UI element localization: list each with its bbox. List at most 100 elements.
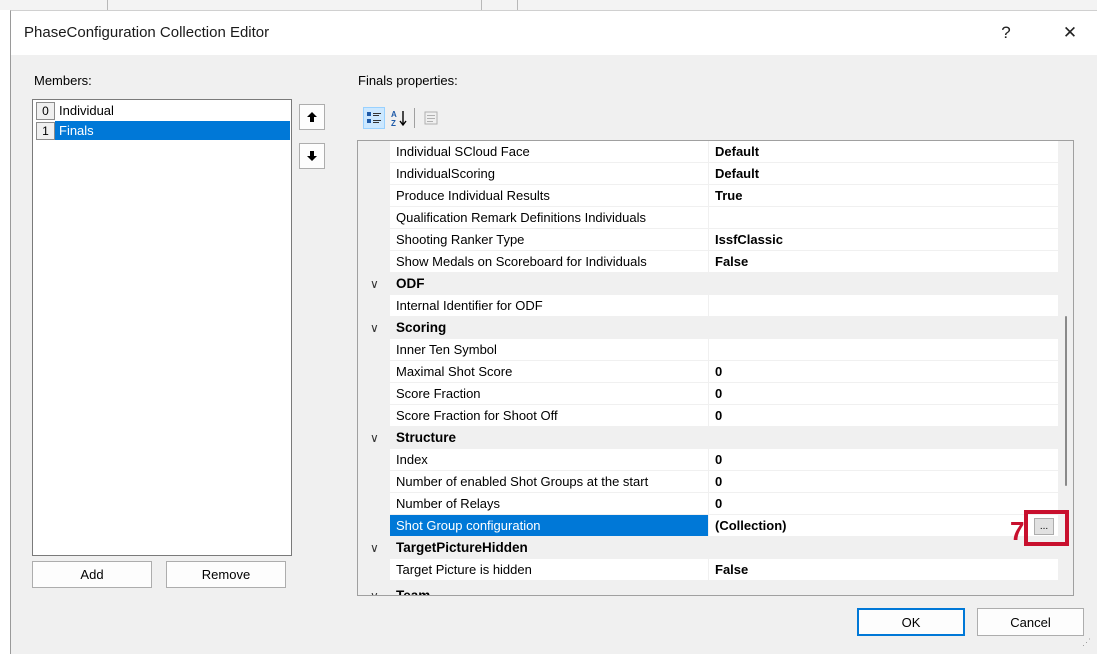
background-divider (107, 0, 108, 10)
collection-editor-dialog: PhaseConfiguration Collection Editor ? ✕… (10, 10, 1097, 654)
chevron-down-icon[interactable]: ∨ (370, 317, 379, 339)
category-name: Structure (396, 430, 457, 445)
category-row-scoring[interactable]: ∨ Scoring (358, 317, 1058, 339)
background-divider (517, 0, 518, 10)
property-name: Target Picture is hidden (390, 559, 709, 581)
property-row[interactable]: Score Fraction 0 (358, 383, 1058, 405)
property-name: Inner Ten Symbol (390, 339, 709, 361)
category-row-odf[interactable]: ∨ ODF (358, 273, 1058, 295)
annotation-number: 7 (1010, 516, 1025, 546)
property-row[interactable]: Individual SCloud Face Default (358, 141, 1058, 163)
property-pages-button[interactable] (420, 107, 442, 129)
property-row[interactable]: Maximal Shot Score 0 (358, 361, 1058, 383)
property-name: Show Medals on Scoreboard for Individual… (390, 251, 709, 273)
category-name: TargetPictureHidden (396, 540, 528, 555)
property-name: Individual SCloud Face (390, 141, 709, 163)
close-button[interactable]: ✕ (1047, 15, 1093, 51)
svg-text:A: A (391, 110, 397, 119)
member-name: Finals (59, 123, 94, 138)
help-button[interactable]: ? (983, 15, 1029, 51)
property-row[interactable]: Show Medals on Scoreboard for Individual… (358, 251, 1058, 273)
background-strip (0, 0, 1097, 10)
svg-text:Z: Z (391, 119, 396, 127)
property-value[interactable] (709, 207, 1058, 229)
property-row[interactable]: Inner Ten Symbol (358, 339, 1058, 361)
property-row[interactable]: Index 0 (358, 449, 1058, 471)
annotation-highlight-box (1024, 510, 1069, 546)
property-row[interactable]: Number of enabled Shot Groups at the sta… (358, 471, 1058, 493)
background-divider (481, 0, 482, 10)
property-row[interactable]: Score Fraction for Shoot Off 0 (358, 405, 1058, 427)
property-grid-rows: Individual SCloud Face Default Individua… (358, 141, 1058, 595)
cancel-button[interactable]: Cancel (977, 608, 1084, 636)
property-row[interactable]: Number of Relays 0 (358, 493, 1058, 515)
property-row[interactable]: Target Picture is hidden False (358, 559, 1058, 581)
property-value[interactable]: (Collection) (709, 515, 1058, 537)
alphabetical-button[interactable]: A Z (388, 107, 410, 129)
property-row[interactable]: Produce Individual Results True (358, 185, 1058, 207)
scrollbar-thumb[interactable] (1065, 316, 1067, 486)
property-name: Index (390, 449, 709, 471)
property-value[interactable]: 0 (709, 449, 1058, 471)
member-index: 1 (36, 121, 55, 140)
category-name: ODF (396, 276, 425, 291)
category-row-targetpicturehidden[interactable]: ∨ TargetPictureHidden (358, 537, 1058, 559)
toolbar-separator (414, 108, 415, 128)
arrow-down-icon (307, 151, 317, 161)
property-value[interactable]: 0 (709, 405, 1058, 427)
remove-button[interactable]: Remove (166, 561, 286, 588)
property-name: Maximal Shot Score (390, 361, 709, 383)
property-row[interactable]: Shooting Ranker Type IssfClassic (358, 229, 1058, 251)
property-row[interactable]: Internal Identifier for ODF (358, 295, 1058, 317)
move-down-button[interactable] (299, 143, 325, 169)
title-bar: PhaseConfiguration Collection Editor ? ✕ (11, 11, 1097, 55)
property-name: Shot Group configuration (390, 515, 709, 537)
categorized-icon (367, 112, 381, 123)
property-grid[interactable]: Individual SCloud Face Default Individua… (357, 140, 1074, 596)
ok-button[interactable]: OK (857, 608, 965, 636)
property-name: Number of Relays (390, 493, 709, 515)
member-item-finals[interactable]: 1 Finals (34, 121, 290, 140)
chevron-down-icon[interactable]: ∨ (370, 585, 379, 595)
member-index: 0 (36, 101, 55, 120)
chevron-down-icon[interactable]: ∨ (370, 427, 379, 449)
members-label: Members: (34, 73, 92, 88)
category-row-structure[interactable]: ∨ Structure (358, 427, 1058, 449)
members-list[interactable]: 0 Individual 1 Finals (32, 99, 292, 556)
property-value[interactable]: Default (709, 141, 1058, 163)
property-value[interactable]: 0 (709, 493, 1058, 515)
property-name: Number of enabled Shot Groups at the sta… (390, 471, 709, 493)
property-value[interactable] (709, 339, 1058, 361)
category-name: Team (396, 585, 430, 595)
property-pages-icon (424, 111, 438, 125)
member-name: Individual (59, 103, 114, 118)
property-value[interactable]: Default (709, 163, 1058, 185)
property-value[interactable]: 0 (709, 383, 1058, 405)
category-name: Scoring (396, 320, 447, 335)
property-value[interactable]: 0 (709, 361, 1058, 383)
chevron-down-icon[interactable]: ∨ (370, 273, 379, 295)
sort-alpha-icon: A Z (391, 110, 407, 127)
property-value[interactable]: 0 (709, 471, 1058, 493)
resize-grip-icon[interactable]: ⋰ (1082, 637, 1091, 648)
property-value[interactable] (709, 295, 1058, 317)
category-row-team[interactable]: ∨ Team (358, 581, 1058, 595)
add-button[interactable]: Add (32, 561, 152, 588)
property-value[interactable]: True (709, 185, 1058, 207)
arrow-up-icon (307, 112, 317, 122)
property-row[interactable]: IndividualScoring Default (358, 163, 1058, 185)
property-value[interactable]: False (709, 559, 1058, 581)
move-up-button[interactable] (299, 104, 325, 130)
property-row-selected[interactable]: Shot Group configuration (Collection) (358, 515, 1058, 537)
property-name: Internal Identifier for ODF (390, 295, 709, 317)
categorized-button[interactable] (363, 107, 385, 129)
properties-label: Finals properties: (358, 73, 458, 88)
property-name: Score Fraction (390, 383, 709, 405)
dialog-title: PhaseConfiguration Collection Editor (24, 24, 270, 41)
member-item-individual[interactable]: 0 Individual (34, 101, 290, 120)
property-value[interactable]: IssfClassic (709, 229, 1058, 251)
property-value[interactable]: False (709, 251, 1058, 273)
property-name: IndividualScoring (390, 163, 709, 185)
chevron-down-icon[interactable]: ∨ (370, 537, 379, 559)
property-row[interactable]: Qualification Remark Definitions Individ… (358, 207, 1058, 229)
